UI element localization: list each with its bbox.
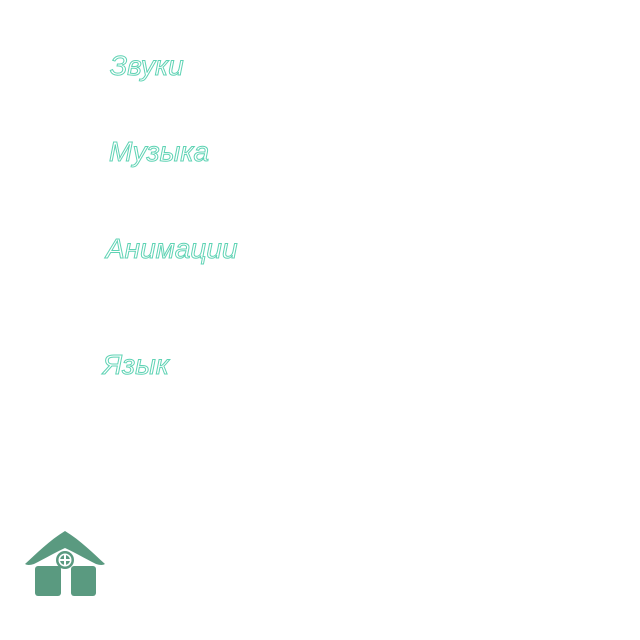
home-button[interactable] bbox=[22, 528, 108, 600]
music-option[interactable]: Музыка bbox=[108, 137, 209, 166]
home-icon bbox=[25, 531, 105, 596]
language-option[interactable]: Язык bbox=[103, 350, 170, 379]
sounds-option[interactable]: Звуки bbox=[110, 51, 185, 80]
animations-option[interactable]: Анимации bbox=[106, 234, 239, 263]
